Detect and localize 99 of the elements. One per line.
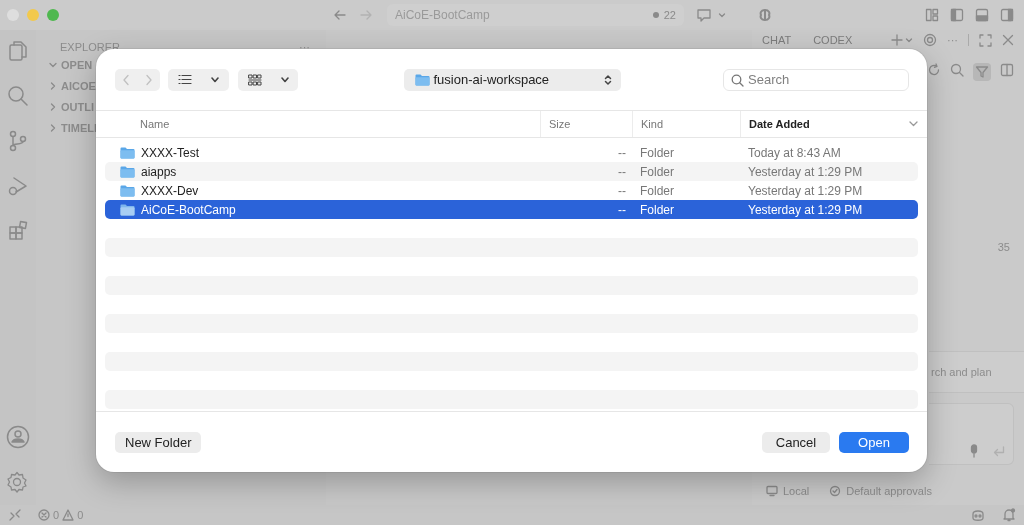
file-kind: Folder	[640, 164, 674, 179]
suggestion-text: rch and plan	[931, 366, 992, 378]
file-row[interactable]: AiCoE-BootCamp -- Folder Yesterday at 1:29 PM	[105, 200, 918, 219]
send-icon[interactable]	[993, 446, 1005, 458]
bell-icon[interactable]	[1002, 508, 1016, 522]
sidebar-title: EXPLORER	[60, 41, 121, 53]
line-count: 35	[997, 241, 1010, 253]
chat-icon[interactable]	[696, 8, 712, 22]
column-header[interactable]: Name	[140, 118, 170, 130]
list-view-icon	[177, 74, 192, 85]
file-name: AiCoE-BootCamp	[141, 202, 236, 217]
more-actions-button[interactable]: ···	[299, 41, 310, 53]
plus-icon[interactable]	[891, 34, 903, 46]
search-field[interactable]: Search	[723, 68, 909, 91]
chevron-down-icon[interactable]	[905, 36, 913, 44]
chevron-left-icon	[122, 73, 131, 86]
dialog-button[interactable]: Cancel	[762, 432, 830, 453]
column-header[interactable]: Size	[549, 118, 571, 130]
chat-input-field[interactable]	[929, 403, 1014, 465]
remote-icon[interactable]	[8, 508, 22, 522]
folder-icon	[120, 146, 135, 159]
suggestion-card[interactable]: rch and plan	[929, 351, 1024, 393]
minimize-window-button[interactable]	[27, 9, 39, 21]
file-row[interactable]: XXXX-Dev -- Folder Yesterday at 1:29 PM	[105, 181, 918, 200]
branch-icon[interactable]	[8, 130, 28, 152]
file-name: aiapps	[141, 164, 177, 179]
back-forward-control[interactable]	[115, 68, 160, 91]
chevron-right-icon	[144, 73, 153, 86]
file-row[interactable]: XXXX-Test -- Folder Today at 8:43 AM	[105, 143, 918, 162]
chevron-down-icon	[280, 76, 289, 83]
file-name: XXXX-Test	[141, 145, 200, 160]
grid-view-icon	[247, 73, 262, 86]
section-header[interactable]: OPEN	[61, 58, 93, 71]
right-sidebar-icon[interactable]	[1000, 8, 1014, 22]
list-view-button[interactable]	[168, 68, 229, 91]
zoom-window-button[interactable]	[47, 9, 59, 21]
maximize-icon[interactable]	[979, 33, 992, 47]
dialog-button[interactable]: Open	[839, 432, 909, 453]
panel-tab[interactable]: CODEX	[813, 34, 853, 46]
forward-arrow-icon[interactable]	[359, 9, 373, 21]
file-kind: Folder	[640, 145, 674, 160]
refresh-icon[interactable]	[927, 63, 941, 77]
run-debug-icon[interactable]	[8, 175, 28, 197]
search-icon[interactable]	[7, 85, 29, 107]
files-icon[interactable]	[8, 40, 28, 62]
file-size: --	[618, 202, 626, 217]
section-header[interactable]: TIMELI	[61, 121, 98, 134]
chevron-down-icon	[211, 76, 220, 83]
section-header[interactable]: OUTLI	[61, 100, 94, 113]
file-size: --	[618, 183, 626, 198]
layout-grid-icon[interactable]	[925, 8, 939, 22]
file-row[interactable]: aiapps -- Folder Yesterday at 1:29 PM	[105, 162, 918, 181]
footer-label[interactable]: Local	[783, 485, 810, 497]
folder-icon	[120, 184, 135, 197]
footer-label[interactable]: Default approvals	[846, 485, 932, 497]
panel-tab[interactable]: CHAT	[762, 34, 792, 46]
shield-icon	[829, 485, 842, 497]
location-popup[interactable]: fusion-ai-workspace	[403, 68, 621, 91]
date-added: Yesterday at 1:29 PM	[748, 202, 863, 217]
folder-icon	[120, 203, 135, 216]
file-size: --	[618, 164, 626, 179]
error-icon	[38, 509, 50, 521]
column-header[interactable]: Date Added	[749, 118, 810, 130]
folder-icon	[414, 73, 430, 86]
file-kind: Folder	[640, 183, 674, 198]
sort-chevron-icon[interactable]	[909, 121, 918, 127]
chevron-right-icon	[48, 122, 58, 133]
date-added: Today at 8:43 AM	[748, 145, 841, 160]
dialog-button[interactable]: New Folder	[115, 432, 202, 453]
chevron-down-icon[interactable]	[718, 11, 726, 19]
date-added: Yesterday at 1:29 PM	[748, 164, 863, 179]
chevron-right-icon	[48, 80, 58, 91]
folder-icon	[120, 165, 135, 178]
up-down-chevron-icon	[603, 73, 612, 86]
account-icon[interactable]	[6, 425, 30, 449]
warning-icon	[62, 509, 75, 521]
filter-icon[interactable]	[975, 65, 989, 79]
column-header[interactable]: Kind	[641, 118, 664, 130]
file-size: --	[618, 145, 626, 160]
split-view-icon[interactable]	[1000, 63, 1014, 77]
microphone-icon[interactable]	[969, 444, 979, 458]
close-icon[interactable]	[1002, 34, 1014, 46]
extensions-icon[interactable]	[8, 220, 28, 242]
monitor-icon	[766, 485, 778, 497]
more-actions-button[interactable]: ···	[947, 34, 958, 46]
section-header[interactable]: AICOE	[61, 79, 96, 92]
bottom-panel-icon[interactable]	[975, 8, 989, 22]
icon-view-button[interactable]	[238, 68, 298, 91]
search-icon[interactable]	[950, 63, 964, 77]
left-sidebar-icon[interactable]	[950, 8, 964, 22]
back-arrow-icon[interactable]	[333, 9, 347, 21]
changes-dot-icon	[652, 12, 659, 18]
chevron-right-icon	[48, 101, 58, 112]
date-added: Yesterday at 1:29 PM	[748, 183, 863, 198]
file-name: XXXX-Dev	[141, 183, 199, 198]
file-kind: Folder	[640, 202, 674, 217]
changes-count: 22	[663, 9, 676, 21]
settings-icon[interactable]	[6, 471, 28, 493]
search-icon	[731, 73, 744, 87]
